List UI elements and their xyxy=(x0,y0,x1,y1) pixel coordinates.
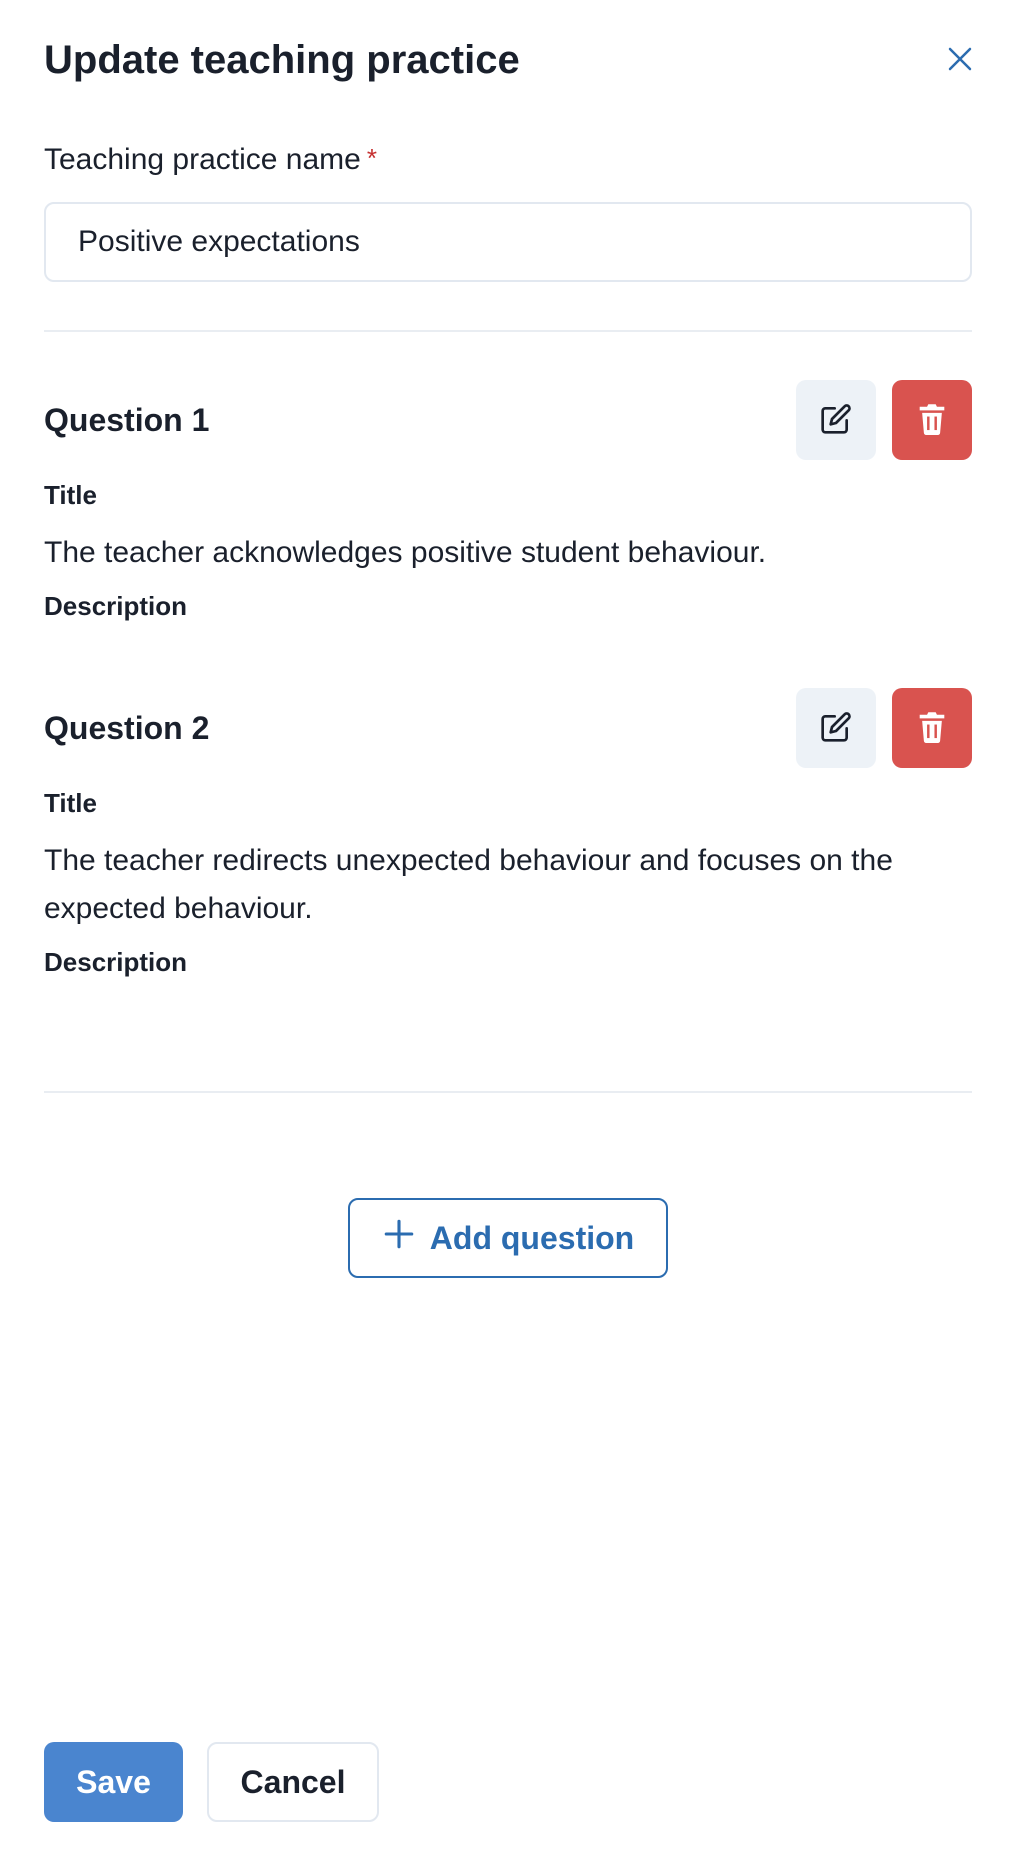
question-title-label: Title xyxy=(44,480,97,510)
question-actions xyxy=(796,380,972,460)
question-header: Question 2 xyxy=(44,688,972,768)
teaching-practice-name-input[interactable] xyxy=(44,202,972,282)
update-teaching-practice-modal: Update teaching practice Teaching practi… xyxy=(0,0,1016,1850)
question-title-text: The teacher acknowledges positive studen… xyxy=(44,536,767,569)
edit-question-button[interactable] xyxy=(796,688,876,768)
section-divider xyxy=(44,1091,972,1093)
question-actions xyxy=(796,688,972,768)
cancel-button[interactable]: Cancel xyxy=(207,1742,379,1822)
add-question-button[interactable]: Add question xyxy=(348,1198,668,1278)
close-icon xyxy=(945,44,975,77)
teaching-practice-name-label: Teaching practice name * xyxy=(44,143,377,177)
question-title-text: The teacher redirects unexpected behavio… xyxy=(44,844,893,925)
delete-question-button[interactable] xyxy=(892,688,972,768)
plus-icon xyxy=(382,1217,416,1259)
trash-icon xyxy=(917,403,947,438)
question-heading: Question 1 xyxy=(44,401,210,438)
save-button[interactable]: Save xyxy=(44,1742,183,1822)
close-button[interactable] xyxy=(940,40,980,80)
field-label-text: Teaching practice name xyxy=(44,143,361,176)
question-header: Question 1 xyxy=(44,380,972,460)
question-heading: Question 2 xyxy=(44,709,210,746)
question-card-2: Question 2 Title The teacher redirects u… xyxy=(44,688,972,978)
add-question-label: Add question xyxy=(429,1219,635,1256)
edit-icon xyxy=(820,403,852,438)
question-card-1: Question 1 Title The teacher acknowledge… xyxy=(44,380,972,622)
required-marker: * xyxy=(366,143,377,173)
trash-icon xyxy=(917,711,947,746)
question-description-label: Description xyxy=(44,591,188,621)
modal-footer: Save Cancel xyxy=(44,1742,379,1822)
question-title-label: Title xyxy=(44,788,97,818)
question-description-label: Description xyxy=(44,947,188,977)
modal-title: Update teaching practice xyxy=(44,37,520,82)
delete-question-button[interactable] xyxy=(892,380,972,460)
edit-icon xyxy=(820,711,852,746)
section-divider xyxy=(44,330,972,332)
modal-header: Update teaching practice xyxy=(44,30,972,90)
edit-question-button[interactable] xyxy=(796,380,876,460)
